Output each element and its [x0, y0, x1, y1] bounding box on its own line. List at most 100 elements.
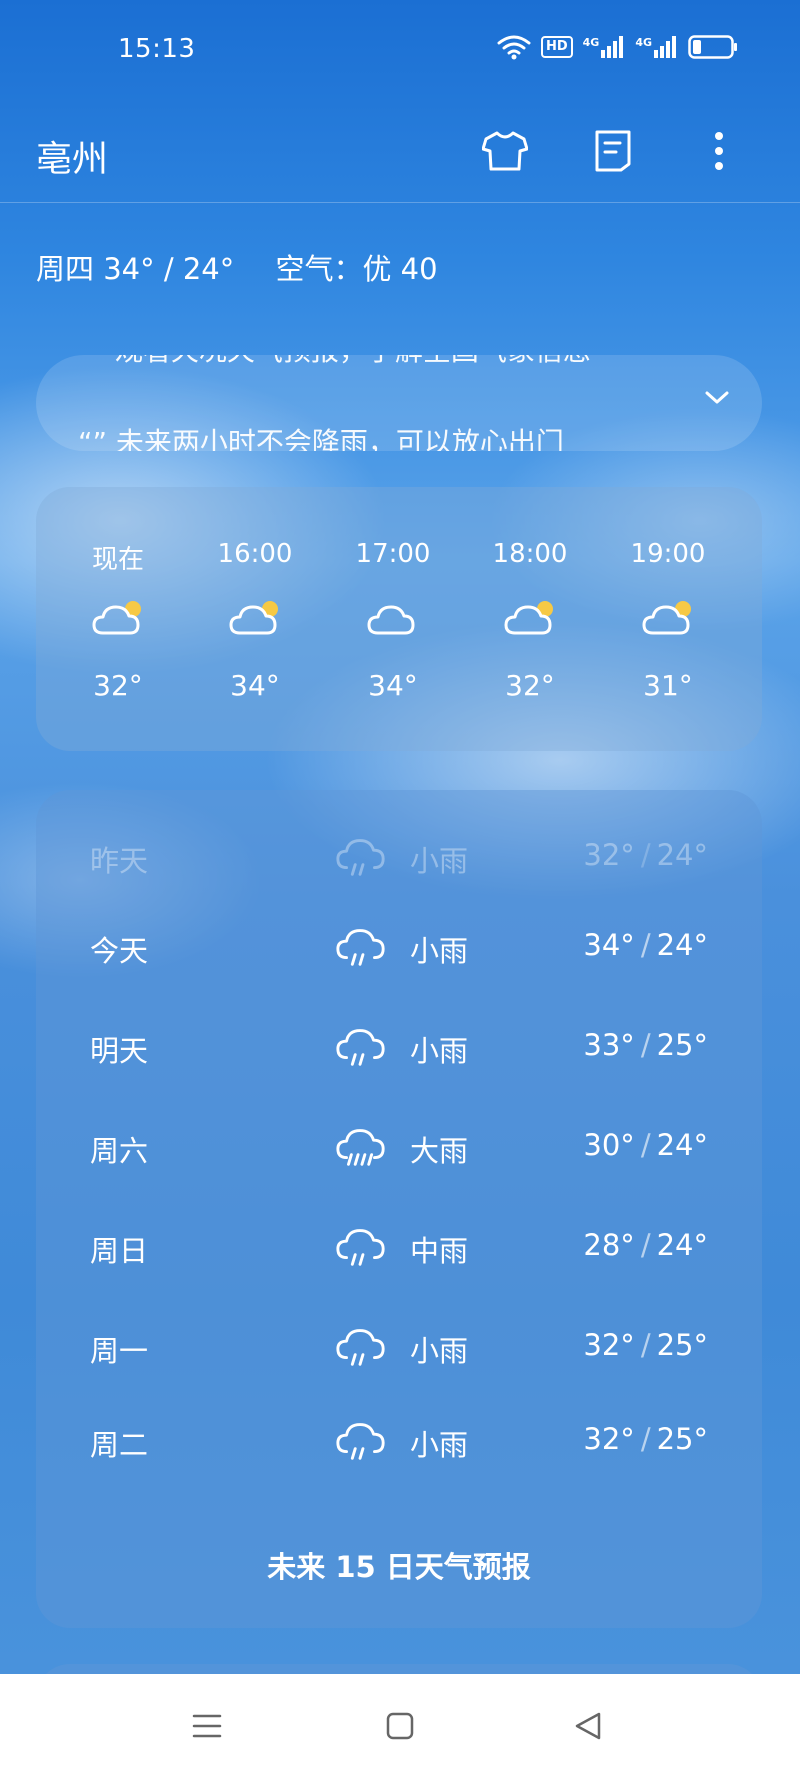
- daily-condition: 小雨: [410, 934, 469, 968]
- partly-cloudy-icon: [228, 595, 284, 639]
- daily-condition: 小雨: [410, 1034, 469, 1068]
- forecast-15-day-link[interactable]: 未来 15 日天气预报: [36, 1544, 762, 1586]
- daily-high: 32°: [583, 838, 635, 872]
- temp-separator: /: [640, 1328, 651, 1362]
- alert-line-1: 一 观看天况天气预报，了解全国气象信息: [78, 355, 591, 369]
- daily-row[interactable]: 今天 小雨 34°/24°: [36, 916, 762, 976]
- daily-forecast-card: 未来 15 日天气预报 昨天 小雨 32°/24° 今天 小雨 34°/24° 明天 小雨 33…: [36, 790, 762, 1628]
- daily-condition: 小雨: [410, 1334, 469, 1368]
- temp-separator: /: [640, 1128, 651, 1162]
- hourly-temp: 32°: [505, 669, 555, 702]
- daily-high: 28°: [583, 1228, 635, 1262]
- daily-low: 24°: [656, 928, 708, 962]
- air-quality[interactable]: 空气：优 40: [275, 252, 437, 286]
- daily-row[interactable]: 昨天 小雨 32°/24°: [36, 826, 762, 886]
- system-nav-bar: [0, 1674, 800, 1778]
- net-label-2: 4G: [635, 36, 652, 49]
- status-bar: 15:13 HD 4G 4G: [0, 0, 800, 100]
- partly-cloudy-icon: [641, 595, 697, 639]
- alert-line-2: “” 未来两小时不会降雨，可以放心出门: [78, 426, 564, 451]
- hourly-time: 16:00: [217, 539, 293, 569]
- chevron-down-icon[interactable]: [704, 389, 730, 407]
- more-vertical-icon: [715, 132, 723, 170]
- shirt-icon: [482, 131, 528, 171]
- daily-row[interactable]: 周六 大雨 30°/24°: [36, 1116, 762, 1176]
- battery-icon: [688, 35, 737, 59]
- city-name[interactable]: 亳州: [36, 130, 108, 182]
- partly-cloudy-icon: [503, 595, 559, 639]
- forecast-report-button[interactable]: [588, 126, 638, 176]
- today-summary: 周四 34° / 24° 空气：优 40: [36, 246, 470, 288]
- back-button[interactable]: [566, 1704, 610, 1748]
- daily-low: 25°: [656, 1028, 708, 1062]
- menu-icon: [192, 1714, 222, 1738]
- partly-cloudy-icon: [91, 595, 147, 639]
- temp-separator: /: [640, 928, 651, 962]
- hourly-time: 现在: [91, 545, 144, 575]
- hourly-temp: 34°: [368, 669, 418, 702]
- daily-row[interactable]: 周二 小雨 32°/25°: [36, 1410, 762, 1470]
- daily-temp-range: 32°/25°: [583, 1328, 708, 1362]
- net-label-1: 4G: [582, 36, 600, 49]
- hourly-forecast-card[interactable]: 现在 32° 16:00 34° 17:00 34° 18:00 32° 19:00 31°: [36, 487, 762, 751]
- signal-4g-1: 4G: [583, 36, 626, 58]
- hourly-time: 17:00: [355, 539, 431, 569]
- daily-row[interactable]: 明天 小雨 33°/25°: [36, 1016, 762, 1076]
- home-button[interactable]: [378, 1704, 422, 1748]
- daily-low: 25°: [656, 1422, 708, 1456]
- hourly-time: 19:00: [630, 539, 706, 569]
- daily-row[interactable]: 周日 中雨 28°/24°: [36, 1216, 762, 1276]
- daily-low: 24°: [656, 1228, 708, 1262]
- daily-temp-range: 32°/25°: [583, 1422, 708, 1456]
- hourly-time: 18:00: [492, 539, 568, 569]
- today-temp-range: 周四 34° / 24°: [36, 252, 235, 286]
- temp-separator: /: [640, 1422, 651, 1456]
- daily-day: 周二: [90, 1428, 149, 1462]
- hourly-temp: 32°: [93, 669, 143, 702]
- heavy-rain-icon: [334, 1122, 388, 1170]
- daily-high: 32°: [583, 1328, 635, 1362]
- daily-high: 32°: [583, 1422, 635, 1456]
- temp-separator: /: [640, 1228, 651, 1262]
- rain-icon: [334, 1222, 388, 1270]
- daily-condition: 中雨: [410, 1234, 469, 1268]
- daily-temp-range: 30°/24°: [583, 1128, 708, 1162]
- daily-day: 明天: [90, 1034, 149, 1068]
- hd-badge: HD: [540, 36, 573, 58]
- daily-condition: 小雨: [410, 1428, 469, 1462]
- more-options-button[interactable]: [694, 126, 744, 176]
- app-header: 亳州: [0, 100, 800, 203]
- rain-icon: [334, 1416, 388, 1464]
- daily-high: 30°: [583, 1128, 635, 1162]
- daily-condition: 小雨: [410, 844, 469, 878]
- daily-low: 24°: [656, 1128, 708, 1162]
- daily-day: 周日: [90, 1234, 149, 1268]
- home-square-icon: [386, 1712, 414, 1740]
- recent-apps-button[interactable]: [185, 1704, 229, 1748]
- daily-low: 25°: [656, 1328, 708, 1362]
- daily-condition: 大雨: [410, 1134, 469, 1168]
- daily-temp-range: 34°/24°: [583, 928, 708, 962]
- signal-bars-icon: [654, 36, 676, 58]
- daily-low: 24°: [656, 838, 708, 872]
- signal-4g-2: 4G: [635, 36, 678, 58]
- signal-bars-icon: [601, 36, 624, 58]
- rain-icon: [334, 1022, 388, 1070]
- daily-high: 34°: [583, 928, 635, 962]
- temp-separator: /: [640, 838, 651, 872]
- rain-icon: [334, 832, 388, 880]
- status-icons: HD 4G 4G: [497, 34, 738, 60]
- cloudy-icon: [366, 595, 422, 639]
- status-time: 15:13: [118, 34, 196, 64]
- document-icon: [595, 130, 631, 172]
- temp-separator: /: [640, 1028, 651, 1062]
- hourly-temp: 31°: [643, 669, 693, 702]
- daily-high: 33°: [583, 1028, 635, 1062]
- daily-row[interactable]: 周一 小雨 32°/25°: [36, 1316, 762, 1376]
- theme-shirt-button[interactable]: [480, 126, 530, 176]
- alert-ticker-card[interactable]: 一 观看天况天气预报，了解全国气象信息 “” 未来两小时不会降雨，可以放心出门: [36, 355, 762, 451]
- rain-icon: [334, 1322, 388, 1370]
- daily-day: 周六: [90, 1134, 149, 1168]
- daily-day: 周一: [90, 1334, 149, 1368]
- back-triangle-icon: [575, 1712, 601, 1740]
